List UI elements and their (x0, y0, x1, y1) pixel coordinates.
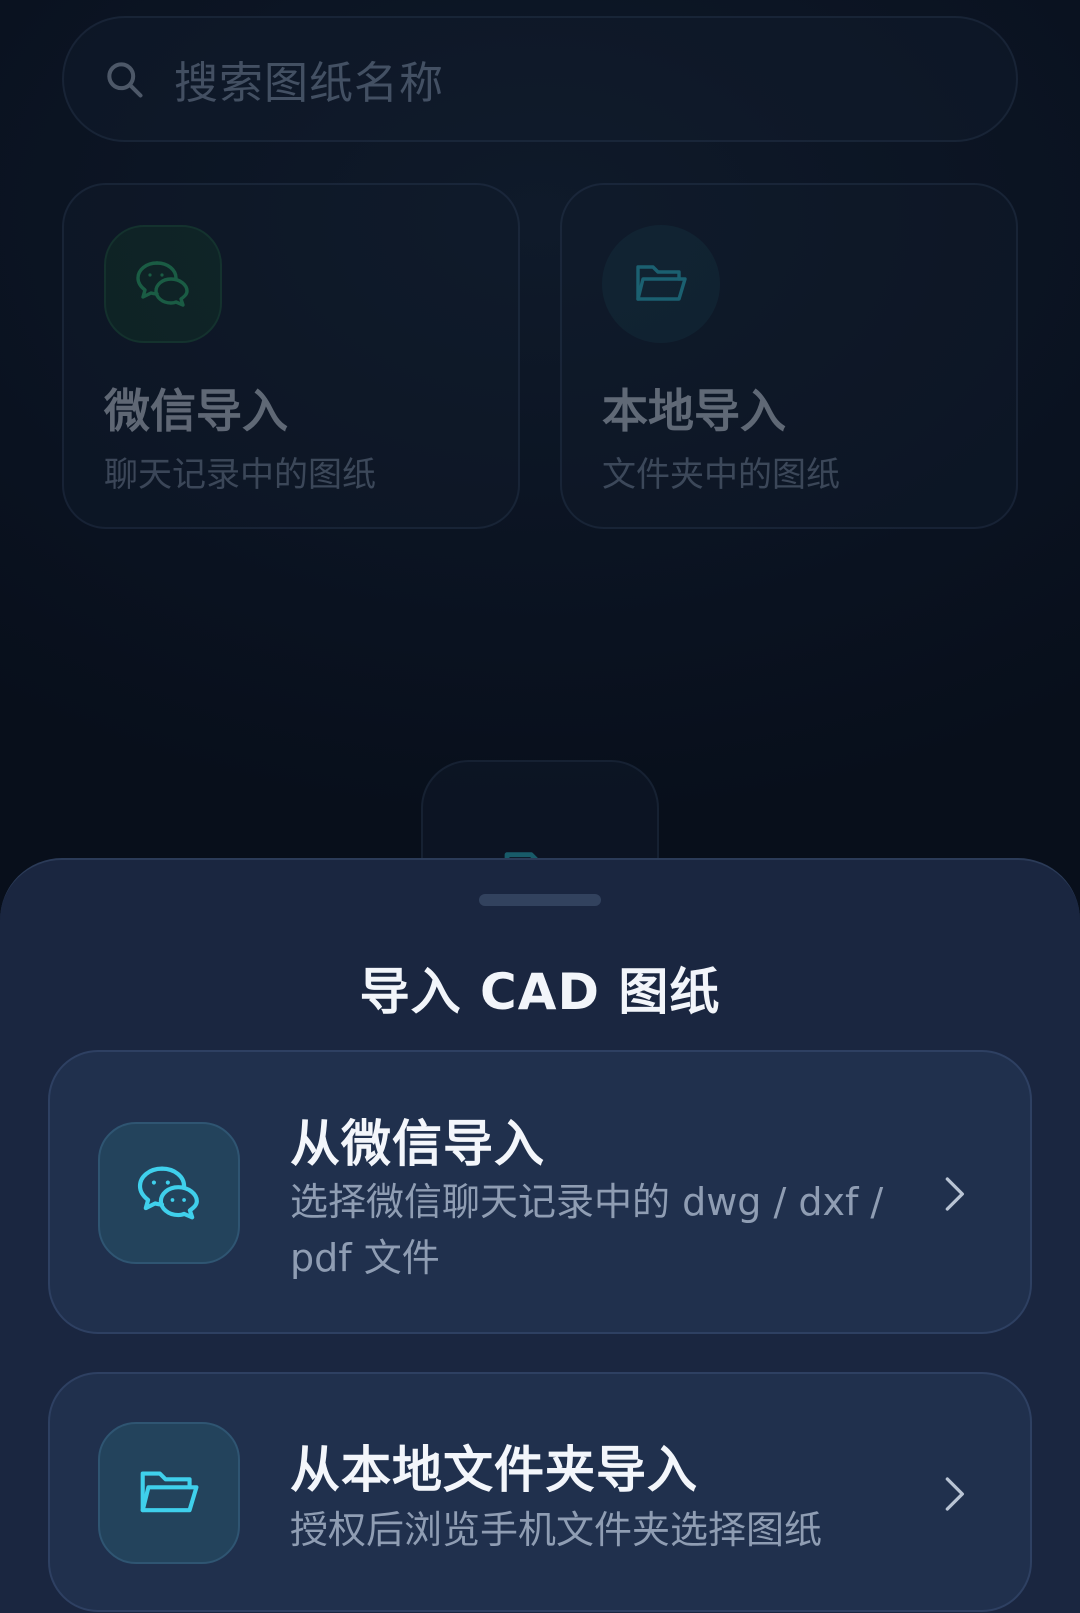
option-description: 选择微信聊天记录中的 dwg / dxf / pdf 文件 (290, 1180, 884, 1280)
folder-icon-tile (98, 1422, 240, 1564)
wechat-import-card[interactable]: 微信导入 聊天记录中的图纸 (62, 183, 520, 529)
wechat-icon (136, 261, 189, 307)
wechat-icon (137, 1166, 199, 1220)
search-icon (107, 62, 143, 98)
search-bar[interactable]: 搜索图纸名称 (62, 16, 1018, 142)
sheet-title: 导入 CAD 图纸 (359, 963, 721, 1021)
option-description: 授权后浏览手机文件夹选择图纸 (290, 1508, 823, 1552)
wechat-icon-tile (104, 225, 222, 343)
chevron-right-icon (945, 1477, 964, 1511)
folder-icon-tile (602, 225, 720, 343)
folder-icon (636, 265, 687, 301)
folder-icon (140, 1471, 199, 1513)
wechat-import-title: 微信导入 (104, 384, 288, 438)
option-import-from-wechat[interactable]: 从微信导入 选择微信聊天记录中的 dwg / dxf / pdf 文件 (48, 1050, 1032, 1334)
wechat-icon-tile (98, 1122, 240, 1264)
import-bottom-sheet: 导入 CAD 图纸 从微信导入 选择微信聊天记录中的 dwg / dxf / p… (0, 858, 1080, 1613)
local-import-title: 本地导入 (602, 384, 786, 438)
chevron-right-icon (945, 1177, 964, 1211)
option-title: 从本地文件夹导入 (290, 1441, 698, 1499)
sheet-grabber[interactable] (479, 894, 601, 906)
search-placeholder: 搜索图纸名称 (174, 58, 444, 109)
option-import-from-local-folder[interactable]: 从本地文件夹导入 授权后浏览手机文件夹选择图纸 (48, 1372, 1032, 1612)
local-import-card[interactable]: 本地导入 文件夹中的图纸 (560, 183, 1018, 529)
local-import-subtitle: 文件夹中的图纸 (602, 455, 840, 495)
option-title: 从微信导入 (290, 1115, 545, 1173)
page: 搜索图纸名称 微信导入 聊天记录中的图纸 本地导入 文件夹中的图纸 导入 CAD… (0, 0, 1080, 1613)
wechat-import-subtitle: 聊天记录中的图纸 (104, 455, 376, 495)
